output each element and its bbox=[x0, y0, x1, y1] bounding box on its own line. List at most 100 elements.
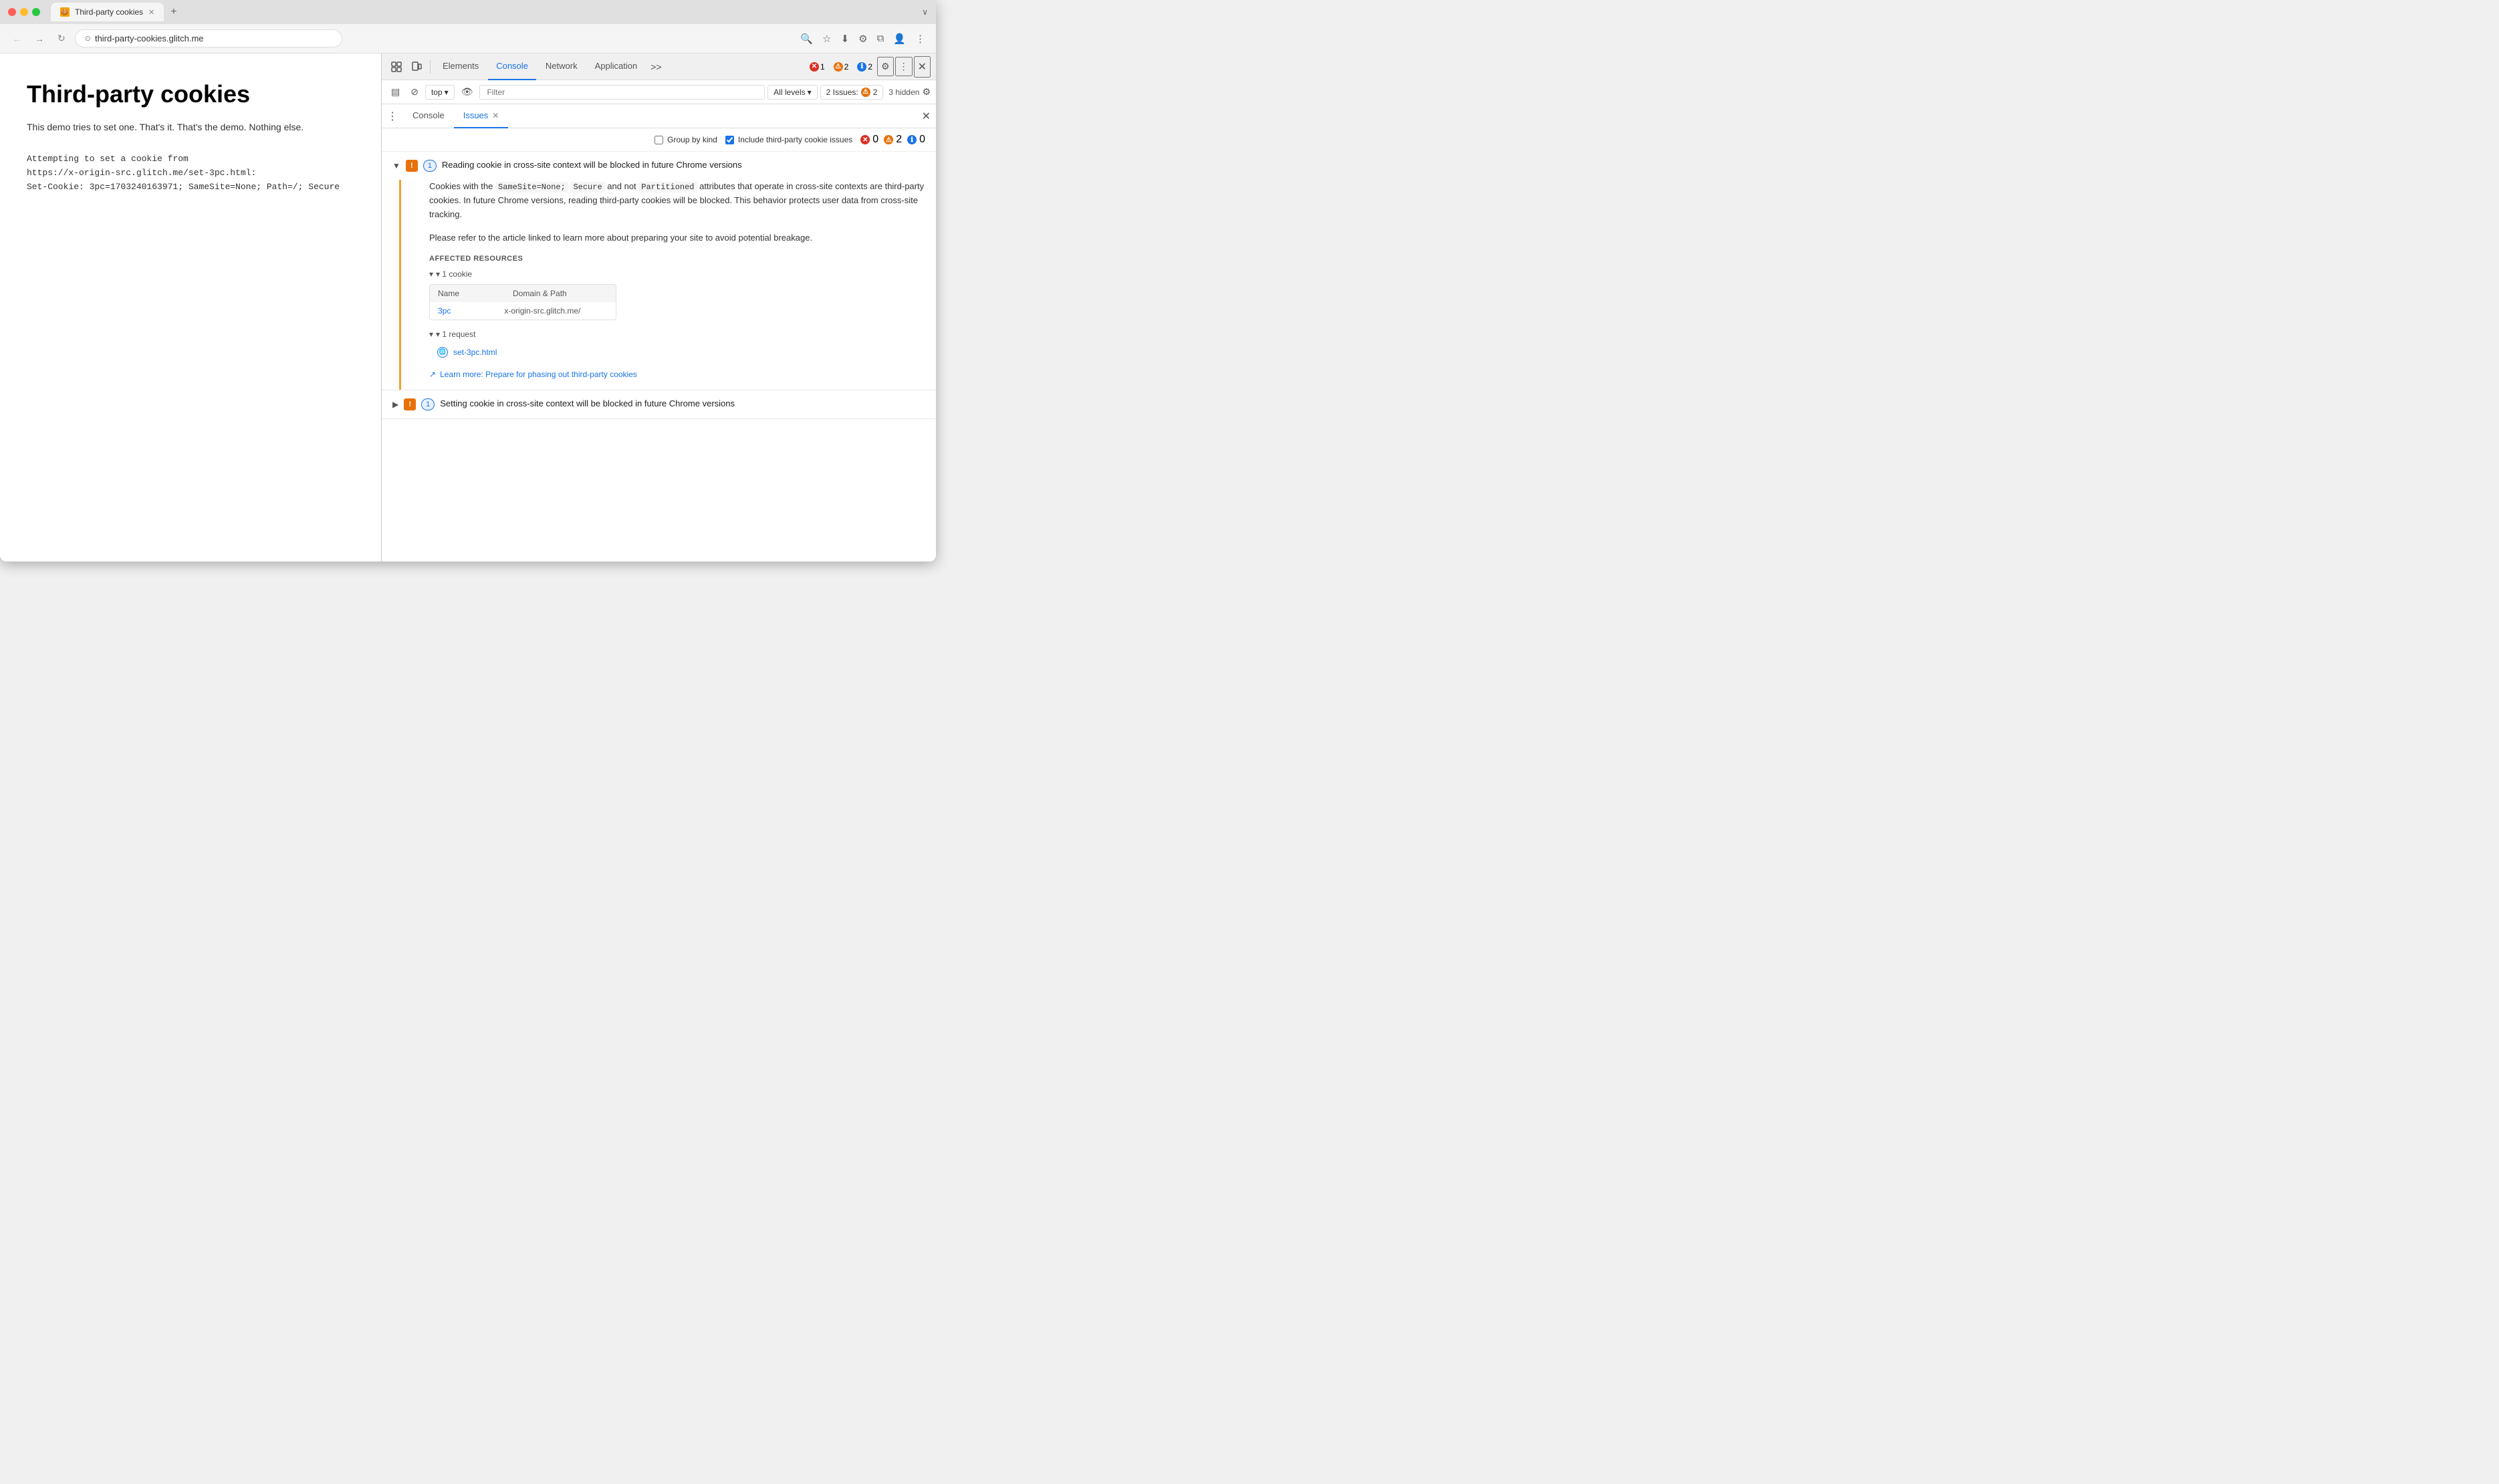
cookie-section-label: ▾ 1 cookie bbox=[436, 269, 472, 279]
console-gear-icon[interactable]: ⚙ bbox=[922, 86, 931, 98]
issue-header-2[interactable]: ▶ ! 1 Setting cookie in cross-site conte… bbox=[382, 390, 936, 418]
profile-icon[interactable]: 👤 bbox=[890, 30, 909, 47]
tab-favicon: 🍪 bbox=[60, 7, 70, 17]
group-by-kind-group: Group by kind bbox=[654, 135, 717, 144]
split-view-icon[interactable]: ⧉ bbox=[874, 30, 887, 47]
menu-icon[interactable]: ⋮ bbox=[913, 30, 928, 47]
console-eye-button[interactable]: 👁 bbox=[457, 84, 477, 100]
minimize-window-button[interactable] bbox=[20, 8, 28, 16]
issue-title-1: Reading cookie in cross-site context wil… bbox=[442, 160, 925, 170]
devtools-tab-application[interactable]: Application bbox=[587, 53, 646, 80]
console-hidden-count: 3 hidden bbox=[888, 88, 919, 97]
close-window-button[interactable] bbox=[8, 8, 16, 16]
tab-bar: 🍪 Third-party cookies ✕ + bbox=[51, 3, 917, 21]
window-expand-button[interactable]: ∨ bbox=[922, 7, 928, 17]
issue-header-1[interactable]: ▼ ! 1 Reading cookie in cross-site conte… bbox=[382, 152, 936, 180]
log-line1: Attempting to set a cookie from bbox=[27, 154, 189, 164]
issue-toggle-2[interactable]: ▶ bbox=[392, 400, 398, 409]
issues-tab-console[interactable]: Console bbox=[403, 104, 454, 128]
refresh-button[interactable]: ↻ bbox=[53, 30, 70, 47]
issue-warn-badge-2: ! bbox=[404, 398, 416, 410]
download-icon[interactable]: ⬇ bbox=[838, 30, 852, 47]
request-section-title[interactable]: ▾ ▾ 1 request bbox=[429, 330, 925, 339]
issues-content: Group by kind Include third-party cookie… bbox=[382, 128, 936, 562]
devtools-more-button[interactable]: ⋮ bbox=[895, 57, 913, 76]
issues-red-count: 0 bbox=[872, 134, 878, 146]
log-line3: Set-Cookie: 3pc=1703240163971; SameSite=… bbox=[27, 182, 340, 192]
learn-more-link[interactable]: Learn more: Prepare for phasing out thir… bbox=[440, 370, 637, 379]
issues-blue-icon: ℹ bbox=[907, 135, 917, 144]
issue-warn-badge-1: ! bbox=[406, 160, 418, 172]
devtools-topbar: Elements Console Network Application >> … bbox=[382, 53, 936, 80]
issue-toggle-1[interactable]: ▼ bbox=[392, 161, 400, 170]
cookie-section-title[interactable]: ▾ ▾ 1 cookie bbox=[429, 269, 925, 279]
devtools-tab-elements[interactable]: Elements bbox=[435, 53, 487, 80]
console-sidebar-toggle[interactable]: ▤ bbox=[387, 84, 404, 100]
devtools-device-icon[interactable] bbox=[407, 58, 426, 76]
issues-tab-issues[interactable]: Issues ✕ bbox=[454, 104, 509, 128]
issues-tab-close[interactable]: ✕ bbox=[492, 111, 499, 120]
group-by-kind-checkbox[interactable] bbox=[654, 136, 663, 144]
chevron-down-icon: ▾ bbox=[445, 88, 449, 97]
cookie-col-domain: Domain & Path bbox=[513, 289, 567, 298]
address-bar[interactable]: ⊙ third-party-cookies.glitch.me bbox=[75, 29, 342, 47]
main-area: Third-party cookies This demo tries to s… bbox=[0, 53, 936, 562]
console-levels-dropdown[interactable]: All levels ▾ bbox=[767, 85, 817, 100]
search-icon[interactable]: 🔍 bbox=[798, 30, 816, 47]
issue-description-2: Please refer to the article linked to le… bbox=[429, 231, 925, 245]
devtools-close-button[interactable]: ✕ bbox=[914, 56, 931, 78]
log-line2: https://x-origin-src.glitch.me/set-3pc.h… bbox=[27, 168, 256, 178]
devtools-tab-network[interactable]: Network bbox=[538, 53, 586, 80]
console-filter-input[interactable] bbox=[479, 85, 765, 100]
issues-orange-icon: ⚠ bbox=[884, 135, 893, 144]
devtools-selector-icon[interactable] bbox=[387, 58, 406, 76]
console-toolbar: ▤ ⊘ top ▾ 👁 All levels ▾ 2 Issues: ⚠ 2 3… bbox=[382, 80, 936, 104]
console-clear-button[interactable]: ⊘ bbox=[406, 84, 423, 100]
page-subtitle: This demo tries to set one. That's it. T… bbox=[27, 122, 354, 132]
error-count-red: 1 bbox=[820, 62, 825, 72]
issues-count-group: ✕ 0 ⚠ 2 ℹ 0 bbox=[860, 134, 925, 146]
devtools-settings-button[interactable]: ⚙ bbox=[877, 57, 894, 76]
console-levels-label: All levels bbox=[774, 88, 805, 97]
issues-panel-close[interactable]: ✕ bbox=[922, 110, 931, 123]
error-badge-blue: ℹ 2 bbox=[854, 61, 876, 73]
cookie-table: Name Domain & Path 3pc x-origin-src.glit… bbox=[429, 284, 616, 320]
console-issues-count: 2 Issues: ⚠ 2 bbox=[820, 85, 884, 100]
request-section-label: ▾ 1 request bbox=[436, 330, 475, 339]
bookmark-icon[interactable]: ☆ bbox=[820, 30, 834, 47]
request-link[interactable]: set-3pc.html bbox=[453, 348, 497, 357]
back-button[interactable]: ← bbox=[8, 31, 25, 47]
issue-count-badge-1: 1 bbox=[423, 160, 437, 172]
affected-resources-title: AFFECTED RESOURCES bbox=[429, 255, 925, 263]
error-count-blue: 2 bbox=[868, 62, 872, 72]
issue-item-2: ▶ ! 1 Setting cookie in cross-site conte… bbox=[382, 390, 936, 419]
issue-body-1: Cookies with the SameSite=None; Secure a… bbox=[399, 180, 936, 390]
external-link-icon: ↗ bbox=[429, 370, 436, 379]
cookie-name-link[interactable]: 3pc bbox=[438, 306, 451, 316]
code-samesite: SameSite=None; bbox=[495, 182, 568, 193]
traffic-lights bbox=[8, 8, 40, 16]
learn-more-section: ↗ Learn more: Prepare for phasing out th… bbox=[429, 370, 925, 379]
cookie-toggle-icon: ▾ bbox=[429, 269, 433, 279]
issues-menu-button[interactable]: ⋮ bbox=[387, 110, 398, 123]
code-partitioned: Partitioned bbox=[638, 182, 697, 193]
issues-tabs: ⋮ Console Issues ✕ ✕ bbox=[382, 104, 936, 128]
issue-count-badge-2: 1 bbox=[421, 398, 435, 410]
issues-label: 2 Issues: bbox=[826, 88, 858, 97]
issues-blue-count: 0 bbox=[919, 134, 925, 146]
tab-close-button[interactable]: ✕ bbox=[148, 8, 154, 17]
error-icon-blue: ℹ bbox=[857, 62, 866, 72]
request-section: ▾ ▾ 1 request 🌐 set-3pc.html bbox=[429, 330, 925, 360]
console-context-dropdown[interactable]: top ▾ bbox=[425, 85, 455, 100]
browser-tab[interactable]: 🍪 Third-party cookies ✕ bbox=[51, 3, 164, 21]
devtools-more-tabs[interactable]: >> bbox=[646, 61, 665, 72]
devtools-tab-console[interactable]: Console bbox=[488, 53, 536, 80]
new-tab-button[interactable]: + bbox=[168, 6, 179, 18]
extensions-icon[interactable]: ⚙ bbox=[856, 30, 870, 47]
forward-button[interactable]: → bbox=[31, 31, 48, 47]
maximize-window-button[interactable] bbox=[32, 8, 40, 16]
cookie-section: ▾ ▾ 1 cookie Name Domain & Path bbox=[429, 269, 925, 320]
include-third-party-checkbox[interactable] bbox=[725, 136, 734, 144]
issues-red-icon: ✕ bbox=[860, 135, 870, 144]
address-text: third-party-cookies.glitch.me bbox=[95, 33, 204, 43]
